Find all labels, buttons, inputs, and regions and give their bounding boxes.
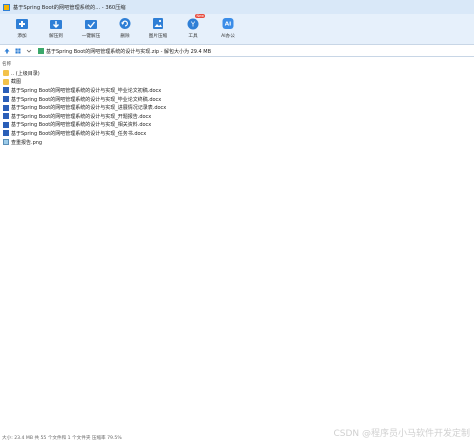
toolbar: 添加 解压到 一键解压 删除 图片压缩 Y New 工具 AI AI办公 (0, 14, 474, 44)
file-name: 截图 (11, 79, 22, 86)
image-compress-button[interactable]: 图片压缩 (142, 17, 174, 43)
file-list: .. (上级目录) 截图 基于Spring Boot的网吧管理系统的设计与实现_… (3, 69, 303, 146)
extract-to-icon (49, 17, 63, 30)
status-text: 大小: 23.4 MB 共 55 个文件和 1 个文件夹 压缩率 79.5% (2, 436, 122, 441)
up-arrow-icon[interactable] (2, 46, 11, 55)
tools-button[interactable]: Y New 工具 (177, 14, 209, 43)
word-document-icon (3, 113, 9, 120)
word-document-icon (3, 87, 9, 94)
delete-button[interactable]: 删除 (109, 17, 141, 43)
add-label: 添加 (17, 34, 27, 39)
window-title: 基于Spring Boot的网吧管理系统的... - 360压缩 (13, 4, 126, 11)
one-click-extract-icon (84, 17, 98, 30)
list-item[interactable]: 基于Spring Boot的网吧管理系统的设计与实现_开题报告.docx (3, 112, 303, 121)
delete-icon (118, 17, 132, 30)
list-item[interactable]: 基于Spring Boot的网吧管理系统的设计与实现_毕业论文终稿.docx (3, 95, 303, 104)
file-name: .. (上级目录) (11, 70, 40, 77)
folder-icon (3, 70, 9, 77)
image-compress-label: 图片压缩 (148, 34, 168, 39)
one-click-extract-button[interactable]: 一键解压 (75, 17, 107, 43)
file-name: 基于Spring Boot的网吧管理系统的设计与实现_进展情况记录表.docx (11, 105, 167, 112)
new-badge: New (195, 14, 206, 19)
file-name: 基于Spring Boot的网吧管理系统的设计与实现_相关资料.docx (11, 122, 152, 129)
list-item[interactable]: 基于Spring Boot的网吧管理系统的设计与实现_任务书.docx (3, 129, 303, 138)
zip-file-icon (38, 48, 44, 54)
file-name: 基于Spring Boot的网吧管理系统的设计与实现_任务书.docx (11, 130, 147, 137)
word-document-icon (3, 130, 9, 137)
list-item[interactable]: 查重报告.png (3, 138, 303, 147)
file-name: 基于Spring Boot的网吧管理系统的设计与实现_毕业论文初稿.docx (11, 87, 162, 94)
list-item[interactable]: 截图 (3, 78, 303, 87)
file-name: 基于Spring Boot的网吧管理系统的设计与实现_毕业论文终稿.docx (11, 96, 162, 103)
tools-label: 工具 (188, 34, 198, 39)
column-header-name[interactable]: 名称 (2, 61, 11, 67)
word-document-icon (3, 96, 9, 103)
file-name: 查重报告.png (11, 139, 43, 146)
tools-icon: Y New (186, 14, 206, 30)
folder-icon (3, 78, 9, 85)
word-document-icon (3, 104, 9, 111)
add-button[interactable]: 添加 (6, 17, 38, 43)
app-icon (3, 3, 10, 11)
address-path[interactable]: 基于Spring Boot的网吧管理系统的设计与实现.zip - 解包大小为 2… (38, 46, 211, 56)
archive-path-text: 基于Spring Boot的网吧管理系统的设计与实现.zip - 解包大小为 2… (46, 48, 212, 55)
extract-to-button[interactable]: 解压到 (40, 17, 72, 43)
delete-label: 删除 (120, 34, 130, 39)
list-item[interactable]: 基于Spring Boot的网吧管理系统的设计与实现_进展情况记录表.docx (3, 103, 303, 112)
watermark: CSDN @程序员小马软件开发定制 (333, 429, 470, 439)
list-item[interactable]: 基于Spring Boot的网吧管理系统的设计与实现_相关资料.docx (3, 121, 303, 130)
ai-office-icon: AI (221, 17, 235, 30)
image-file-icon (3, 139, 9, 146)
ai-office-button[interactable]: AI AI办公 (212, 17, 244, 43)
list-item[interactable]: .. (上级目录) (3, 69, 303, 78)
image-compress-icon (151, 17, 165, 30)
one-click-extract-label: 一键解压 (81, 34, 101, 39)
ai-office-label: AI办公 (221, 34, 235, 39)
list-item[interactable]: 基于Spring Boot的网吧管理系统的设计与实现_毕业论文初稿.docx (3, 86, 303, 95)
address-bar: 基于Spring Boot的网吧管理系统的设计与实现.zip - 解包大小为 2… (0, 44, 474, 57)
title-bar: 基于Spring Boot的网吧管理系统的... - 360压缩 (0, 0, 474, 14)
word-document-icon (3, 121, 9, 128)
extract-to-label: 解压到 (49, 34, 63, 39)
svg-text:AI: AI (225, 22, 231, 28)
grid-view-icon[interactable] (13, 46, 22, 55)
add-icon (15, 17, 29, 30)
file-name: 基于Spring Boot的网吧管理系统的设计与实现_开题报告.docx (11, 113, 152, 120)
path-dropdown-icon[interactable] (24, 46, 33, 55)
svg-text:Y: Y (190, 20, 196, 28)
